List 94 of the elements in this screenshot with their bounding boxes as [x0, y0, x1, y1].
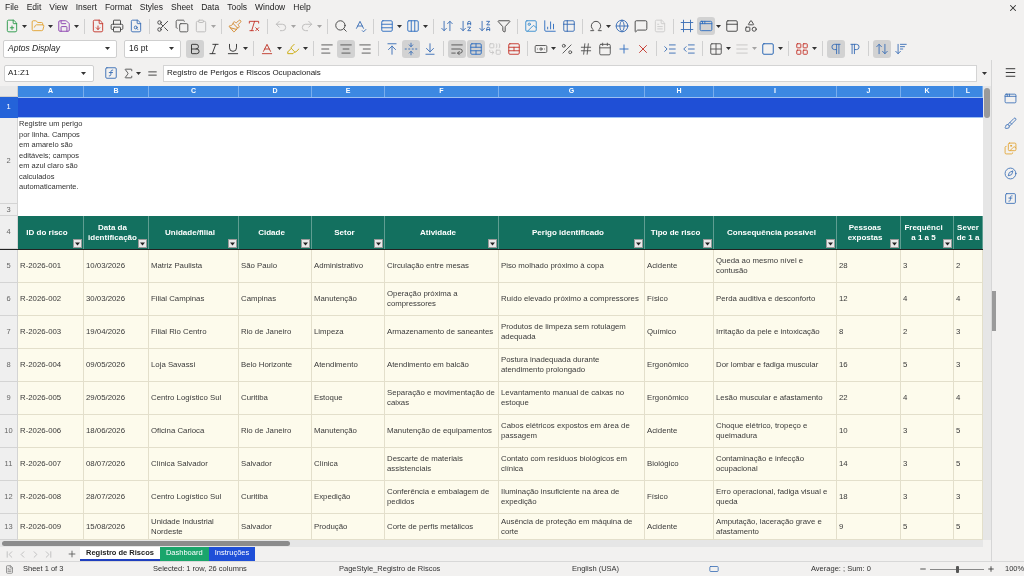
column-heading: Cidade — [258, 227, 285, 238]
filter-dropdown-icon[interactable] — [301, 239, 310, 248]
filter-dropdown-icon[interactable] — [703, 239, 712, 248]
filter-dropdown-icon[interactable] — [73, 239, 82, 248]
horizontal-scrollbar[interactable] — [0, 540, 983, 547]
menu-item[interactable]: Format — [100, 0, 136, 15]
bar-chart-icon[interactable] — [541, 17, 559, 35]
panel-icon[interactable] — [723, 17, 741, 35]
column-heading: Setor — [334, 227, 355, 238]
menu-item[interactable]: Tools — [223, 0, 251, 15]
globe-icon[interactable] — [613, 17, 631, 35]
bold-icon[interactable] — [186, 39, 204, 58]
function-icon[interactable] — [104, 66, 118, 80]
table-icon[interactable] — [560, 17, 578, 35]
shapes-icon[interactable] — [742, 17, 760, 35]
caret-icon[interactable] — [551, 47, 556, 50]
menu-item[interactable]: Data — [197, 0, 224, 15]
menu-item[interactable]: Insert — [71, 0, 101, 15]
caret-icon[interactable] — [243, 47, 248, 50]
brush-icon[interactable] — [1004, 117, 1017, 130]
selection-mode-icon[interactable] — [707, 564, 721, 574]
caret-icon[interactable] — [606, 24, 611, 28]
caret-icon[interactable] — [74, 24, 79, 28]
filter-dropdown-icon[interactable] — [488, 239, 497, 248]
search-icon[interactable] — [332, 17, 350, 35]
menu-item[interactable]: View — [45, 0, 72, 15]
column-heading: ID do risco — [26, 227, 68, 238]
zoom-slider-thumb[interactable] — [955, 565, 959, 573]
caret-icon[interactable] — [136, 71, 141, 75]
caret-icon[interactable] — [303, 47, 308, 50]
minus-icon[interactable] — [919, 565, 927, 573]
copy-icon[interactable] — [173, 17, 191, 35]
align-center-icon[interactable] — [337, 39, 355, 58]
filter-dropdown-icon[interactable] — [890, 239, 899, 248]
caret-icon[interactable] — [982, 71, 987, 75]
caret-icon[interactable] — [48, 24, 53, 28]
compass-icon[interactable] — [1004, 167, 1017, 180]
wrap-text-icon[interactable] — [448, 39, 466, 58]
column-heading: Perigo identificado — [532, 227, 604, 238]
scrollbar-thumb[interactable] — [984, 88, 990, 118]
caret-icon[interactable] — [169, 47, 174, 50]
formula-input-field[interactable]: Registro de Perigos e Riscos Ocupacionais — [163, 64, 977, 82]
up-down-arrows-icon[interactable] — [873, 39, 891, 58]
filter-dropdown-icon[interactable] — [374, 239, 383, 248]
vertical-scrollbar[interactable] — [983, 86, 991, 540]
caret-icon[interactable] — [81, 71, 86, 75]
menu-item[interactable]: Help — [289, 0, 315, 15]
caret-icon[interactable] — [22, 24, 27, 28]
filter-dropdown-icon[interactable] — [228, 239, 237, 248]
scrollbar-thumb[interactable] — [2, 541, 290, 546]
menu-item[interactable]: Edit — [22, 0, 46, 15]
frame-icon[interactable] — [678, 17, 696, 35]
sidebar-collapse-handle[interactable] — [992, 290, 996, 331]
caret-icon[interactable] — [105, 47, 110, 50]
column-heading: Pessoas expostas — [846, 223, 884, 242]
font-size-field[interactable]: 16 pt — [124, 39, 181, 58]
save-icon[interactable] — [55, 17, 73, 35]
caret-icon[interactable] — [778, 47, 783, 50]
filter-dropdown-icon[interactable] — [826, 239, 835, 248]
window-icon[interactable] — [1004, 92, 1017, 105]
caret-icon[interactable] — [716, 24, 721, 28]
caret-icon[interactable] — [812, 47, 817, 50]
menu-icon[interactable] — [1004, 66, 1017, 79]
column-heading: Sever de 1 a — [955, 223, 981, 242]
name-box[interactable]: A1:Z1 — [4, 64, 94, 82]
column-heading: Frequência 1 a 5 — [904, 223, 943, 242]
printer-icon[interactable] — [108, 17, 126, 35]
plus-icon[interactable] — [987, 565, 995, 573]
column-heading: Unidade/filial — [165, 227, 215, 238]
caret-icon[interactable] — [726, 47, 731, 50]
filter-dropdown-icon[interactable] — [634, 239, 643, 248]
document-icon — [5, 564, 14, 574]
column-heading: Consequência possível — [727, 227, 816, 238]
column-heading: Data da identificação — [87, 223, 138, 242]
menu-item[interactable]: Window — [251, 0, 290, 15]
caret-icon[interactable] — [277, 47, 282, 50]
font-name-field[interactable]: Aptos Display — [3, 39, 117, 58]
filter-dropdown-icon[interactable] — [943, 239, 952, 248]
funnel-icon[interactable] — [495, 17, 513, 35]
menu-item[interactable]: Sheet — [167, 0, 198, 15]
close-icon[interactable] — [1008, 2, 1018, 13]
caret-icon[interactable] — [397, 24, 402, 28]
menu-item[interactable]: Styles — [135, 0, 167, 15]
speech-bubble-icon[interactable] — [632, 17, 650, 35]
caret-icon[interactable] — [423, 24, 428, 28]
column-heading: Tipo de risco — [650, 227, 701, 238]
merge-cells-icon[interactable] — [467, 39, 485, 58]
function-icon[interactable] — [1004, 192, 1017, 205]
pilcrow-icon[interactable] — [827, 39, 845, 58]
filter-dropdown-icon[interactable] — [138, 239, 147, 248]
menu-item[interactable]: File — [1, 0, 23, 15]
plus-icon[interactable] — [67, 549, 77, 559]
zoom-slider[interactable] — [930, 565, 984, 573]
column-heading: Atividade — [420, 227, 456, 238]
